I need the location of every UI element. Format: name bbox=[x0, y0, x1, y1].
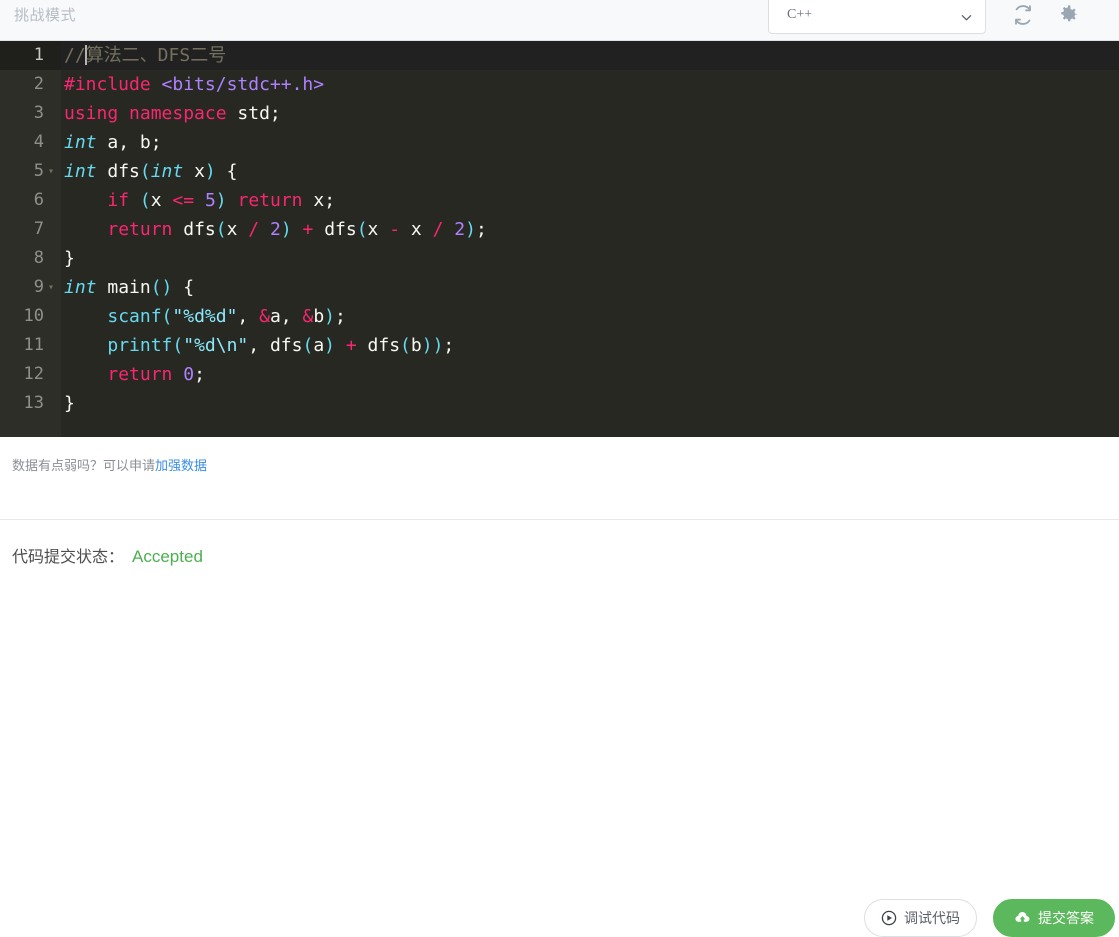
code-line[interactable]: 8 } bbox=[0, 244, 1119, 273]
line-source: using namespace std; bbox=[64, 103, 281, 124]
fold-toggle[interactable]: ▾ bbox=[48, 273, 58, 302]
weak-data-text: 数据有点弱吗？可以申请 bbox=[12, 458, 156, 473]
line-number: 11 bbox=[23, 335, 44, 355]
chevron-down-icon bbox=[961, 10, 972, 21]
submission-status-row: 代码提交状态： Accepted bbox=[12, 543, 203, 567]
line-number: 4 bbox=[33, 132, 44, 152]
mode-label: 挑战模式 bbox=[14, 7, 77, 24]
code-line[interactable]: 11 printf("%d\n", dfs(a) + dfs(b)); bbox=[0, 331, 1119, 360]
editor-header: 挑战模式 C++ bbox=[0, 0, 1119, 41]
submit-answer-label: 提交答案 bbox=[1038, 910, 1094, 926]
code-line[interactable]: 12 return 0; bbox=[0, 360, 1119, 389]
play-circle-icon bbox=[881, 910, 897, 926]
language-select[interactable]: C++ bbox=[768, 0, 986, 34]
fold-toggle[interactable]: ▾ bbox=[48, 157, 58, 186]
line-source: //算法二、DFS二号 bbox=[64, 45, 227, 66]
section-divider bbox=[0, 519, 1119, 520]
line-number: 8 bbox=[33, 248, 44, 268]
submission-status-label: 代码提交状态： bbox=[12, 549, 125, 566]
line-number: 10 bbox=[23, 306, 44, 326]
code-line[interactable]: 10 scanf("%d%d", &a, &b); bbox=[0, 302, 1119, 331]
line-source: scanf("%d%d", &a, &b); bbox=[107, 306, 346, 327]
code-line[interactable]: 13 } bbox=[0, 389, 1119, 418]
line-number: 3 bbox=[33, 103, 44, 123]
gear-icon[interactable] bbox=[1056, 3, 1080, 27]
submit-answer-button[interactable]: 提交答案 bbox=[993, 899, 1115, 937]
line-source: return 0; bbox=[107, 364, 205, 385]
line-source: #include <bits/stdc++.h> bbox=[64, 74, 325, 95]
code-line[interactable]: 3 using namespace std; bbox=[0, 99, 1119, 128]
line-source: return dfs(x / 2) + dfs(x - x / 2); bbox=[107, 219, 487, 240]
request-stronger-data-link[interactable]: 加强数据 bbox=[155, 458, 207, 473]
debug-code-button[interactable]: 调试代码 bbox=[864, 899, 977, 937]
line-source: } bbox=[64, 248, 75, 269]
line-number: 12 bbox=[23, 364, 44, 384]
refresh-icon[interactable] bbox=[1011, 3, 1035, 27]
code-lines: 1 //算法二、DFS二号 2 #include <bits/stdc++.h>… bbox=[0, 41, 1119, 418]
line-number: 9 bbox=[33, 277, 44, 297]
line-number: 6 bbox=[33, 190, 44, 210]
line-source: int dfs(int x) { bbox=[64, 161, 238, 182]
code-line[interactable]: 5 ▾ int dfs(int x) { bbox=[0, 157, 1119, 186]
weak-data-notice: 数据有点弱吗？可以申请加强数据 bbox=[12, 455, 207, 474]
line-source: if (x <= 5) return x; bbox=[107, 190, 336, 211]
action-bar: 数据有点弱吗？可以申请加强数据 调试代码 提交答案 bbox=[0, 437, 1119, 937]
submission-status-value: Accepted bbox=[132, 547, 203, 566]
code-editor[interactable]: 1 //算法二、DFS二号 2 #include <bits/stdc++.h>… bbox=[0, 41, 1119, 437]
line-number: 5 bbox=[33, 161, 44, 181]
language-select-value: C++ bbox=[787, 7, 813, 22]
code-line[interactable]: 4 int a, b; bbox=[0, 128, 1119, 157]
line-number: 2 bbox=[33, 74, 44, 94]
line-number: 1 bbox=[33, 45, 44, 65]
cloud-upload-icon bbox=[1014, 910, 1031, 927]
code-line[interactable]: 1 //算法二、DFS二号 bbox=[0, 41, 1119, 70]
code-line[interactable]: 7 return dfs(x / 2) + dfs(x - x / 2); bbox=[0, 215, 1119, 244]
line-source: int a, b; bbox=[64, 132, 162, 153]
code-line[interactable]: 2 #include <bits/stdc++.h> bbox=[0, 70, 1119, 99]
line-source: } bbox=[64, 393, 75, 414]
line-number: 7 bbox=[33, 219, 44, 239]
debug-code-label: 调试代码 bbox=[904, 910, 960, 926]
code-line[interactable]: 9 ▾ int main() { bbox=[0, 273, 1119, 302]
line-source: int main() { bbox=[64, 277, 195, 298]
line-number: 13 bbox=[23, 393, 44, 413]
code-line[interactable]: 6 if (x <= 5) return x; bbox=[0, 186, 1119, 215]
line-source: printf("%d\n", dfs(a) + dfs(b)); bbox=[107, 335, 455, 356]
